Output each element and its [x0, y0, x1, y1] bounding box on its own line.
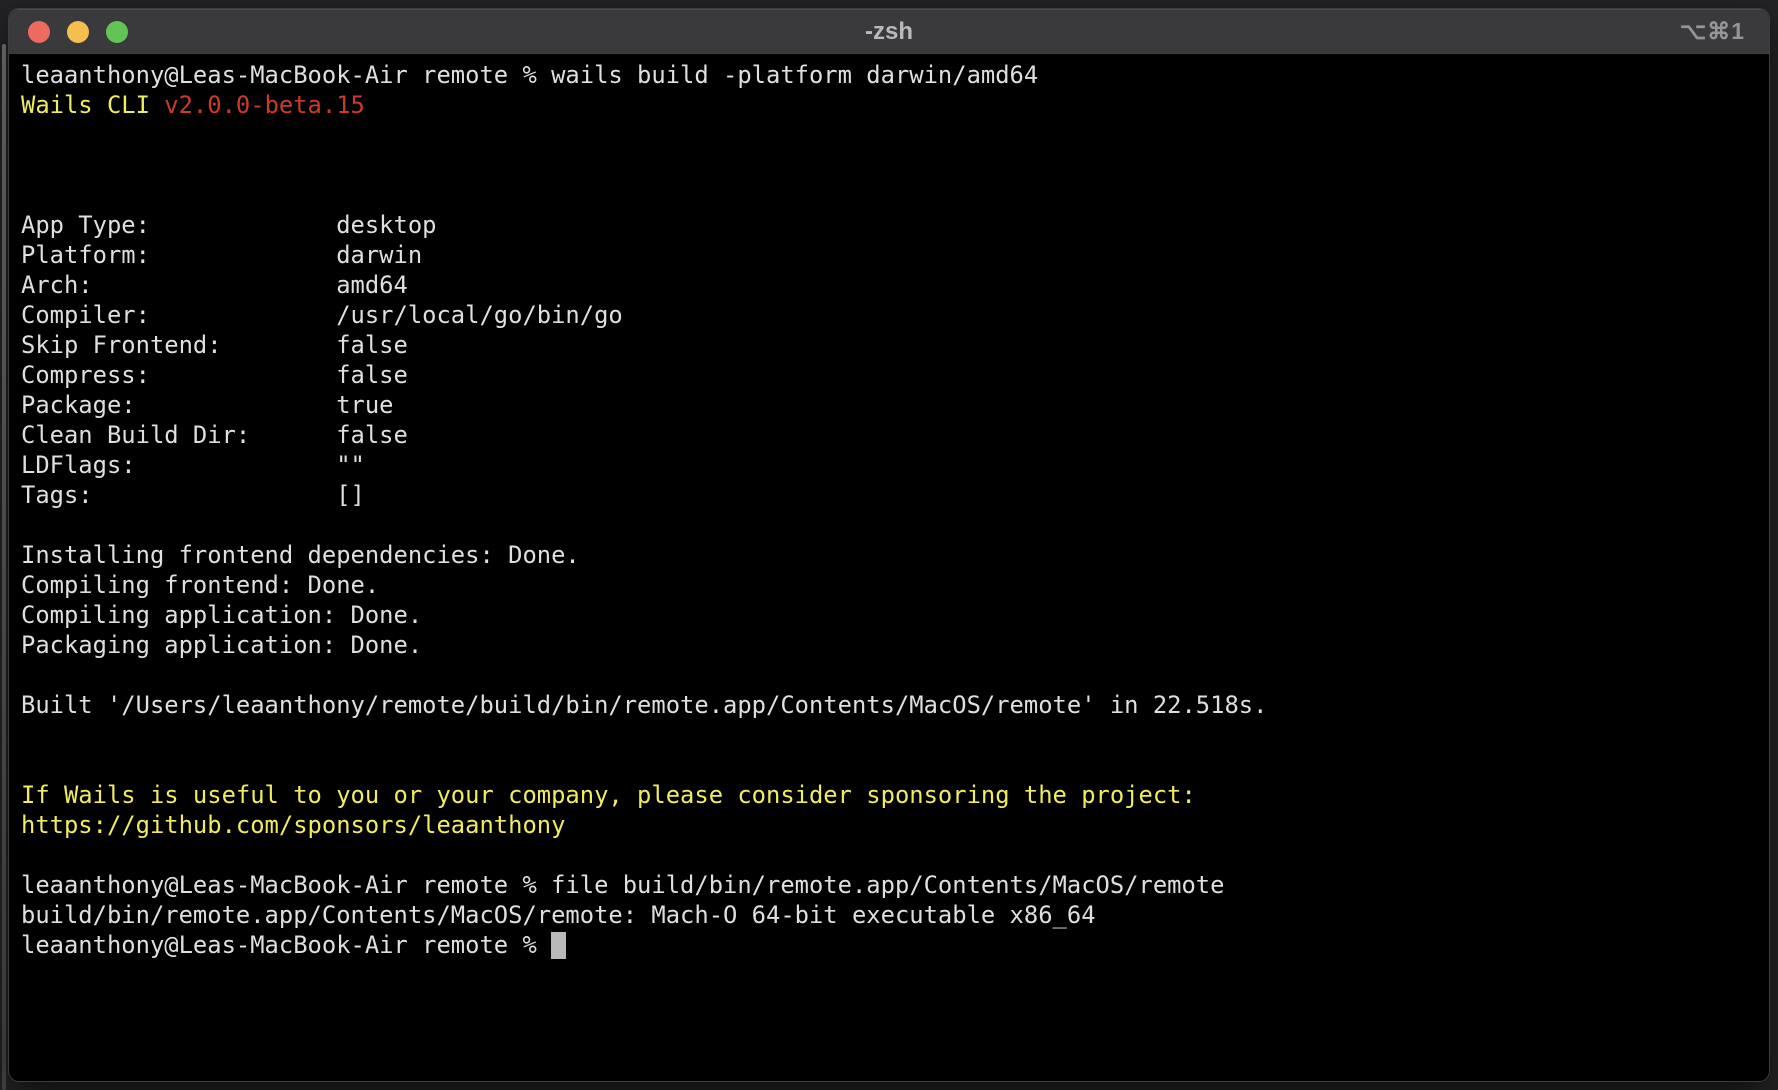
blank-line: [21, 150, 1761, 180]
terminal-text: Package: true: [21, 391, 394, 419]
minimize-button[interactable]: [67, 21, 89, 43]
config-clean-build-dir: Clean Build Dir: false: [21, 420, 1761, 450]
file-output-line: build/bin/remote.app/Contents/MacOS/remo…: [21, 900, 1761, 930]
titlebar[interactable]: -zsh ⌥⌘1: [9, 9, 1769, 55]
terminal-cursor: [551, 932, 566, 959]
blank-line: [21, 720, 1761, 750]
terminal-text: If Wails is useful to you or your compan…: [21, 781, 1196, 809]
terminal-text: leaanthony@Leas-MacBook-Air remote % fil…: [21, 871, 1224, 899]
terminal-screen[interactable]: leaanthony@Leas-MacBook-Air remote % wai…: [9, 55, 1769, 960]
window-title: -zsh: [9, 9, 1769, 54]
config-ldflags: LDFlags: "": [21, 450, 1761, 480]
terminal-window: -zsh ⌥⌘1 leaanthony@Leas-MacBook-Air rem…: [8, 8, 1770, 1082]
status-packaging-application: Packaging application: Done.: [21, 630, 1761, 660]
terminal-text: Tags: []: [21, 481, 365, 509]
traffic-lights: [9, 21, 128, 43]
blank-line: [21, 660, 1761, 690]
blank-line: [21, 120, 1761, 150]
config-arch: Arch: amd64: [21, 270, 1761, 300]
terminal-text: Built '/Users/leaanthony/remote/build/bi…: [21, 691, 1267, 719]
background-window-edge: [2, 44, 6, 1090]
blank-line: [21, 510, 1761, 540]
sponsor-url-line: https://github.com/sponsors/leaanthony: [21, 810, 1761, 840]
sponsor-message-line: If Wails is useful to you or your compan…: [21, 780, 1761, 810]
blank-line: [21, 180, 1761, 210]
config-app-type: App Type: desktop: [21, 210, 1761, 240]
terminal-text: Compress: false: [21, 361, 408, 389]
prompt-build-command: leaanthony@Leas-MacBook-Air remote % wai…: [21, 60, 1761, 90]
tab-shortcut-label: ⌥⌘1: [1680, 9, 1745, 54]
config-compiler: Compiler: /usr/local/go/bin/go: [21, 300, 1761, 330]
wails-version-line: Wails CLI v2.0.0-beta.15: [21, 90, 1761, 120]
terminal-text: Compiling frontend: Done.: [21, 571, 379, 599]
config-package: Package: true: [21, 390, 1761, 420]
status-compiling-application: Compiling application: Done.: [21, 600, 1761, 630]
terminal-text: Clean Build Dir: false: [21, 421, 408, 449]
terminal-text: v2.0.0-beta.15: [164, 91, 365, 119]
terminal-text: leaanthony@Leas-MacBook-Air remote %: [21, 931, 551, 959]
terminal-text: Skip Frontend: false: [21, 331, 408, 359]
terminal-text: leaanthony@Leas-MacBook-Air remote % wai…: [21, 61, 1038, 89]
sponsor-link[interactable]: https://github.com/sponsors/leaanthony: [21, 811, 565, 839]
blank-line: [21, 840, 1761, 870]
terminal-text: Installing frontend dependencies: Done.: [21, 541, 580, 569]
prompt-file-command: leaanthony@Leas-MacBook-Air remote % fil…: [21, 870, 1761, 900]
status-compiling-frontend: Compiling frontend: Done.: [21, 570, 1761, 600]
status-installing-frontend: Installing frontend dependencies: Done.: [21, 540, 1761, 570]
desktop-background: -zsh ⌥⌘1 leaanthony@Leas-MacBook-Air rem…: [0, 0, 1778, 1090]
terminal-text: Platform: darwin: [21, 241, 422, 269]
terminal-text: build/bin/remote.app/Contents/MacOS/remo…: [21, 901, 1096, 929]
config-compress: Compress: false: [21, 360, 1761, 390]
build-result-line: Built '/Users/leaanthony/remote/build/bi…: [21, 690, 1761, 720]
close-button[interactable]: [28, 21, 50, 43]
terminal-text: Compiler: /usr/local/go/bin/go: [21, 301, 623, 329]
config-skip-frontend: Skip Frontend: false: [21, 330, 1761, 360]
terminal-text: Compiling application: Done.: [21, 601, 422, 629]
terminal-text: Packaging application: Done.: [21, 631, 422, 659]
zoom-button[interactable]: [106, 21, 128, 43]
terminal-text: Wails CLI: [21, 91, 164, 119]
terminal-text: Arch: amd64: [21, 271, 408, 299]
terminal-text: App Type: desktop: [21, 211, 436, 239]
blank-line: [21, 750, 1761, 780]
prompt-current: leaanthony@Leas-MacBook-Air remote %: [21, 930, 1761, 960]
config-tags: Tags: []: [21, 480, 1761, 510]
config-platform: Platform: darwin: [21, 240, 1761, 270]
terminal-text: LDFlags: "": [21, 451, 365, 479]
